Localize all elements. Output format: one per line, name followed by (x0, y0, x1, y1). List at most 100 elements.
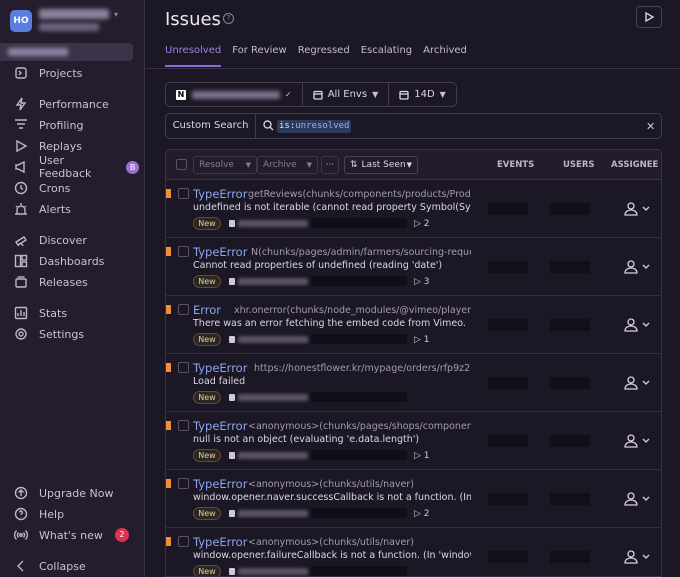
sidebar-item-settings[interactable]: Settings (14, 325, 139, 343)
level-indicator (166, 305, 171, 314)
replay-count[interactable]: ▷ 2 (414, 509, 430, 519)
error-type[interactable]: TypeError (193, 535, 247, 549)
row-checkbox[interactable] (178, 536, 189, 547)
sidebar-item-crons[interactable]: Crons (14, 179, 139, 197)
error-type[interactable]: TypeError (193, 187, 247, 201)
table-header: Resolve ▼ Archive ▼ ··· ⇅ Last Seen ▼ EVEN… (166, 150, 661, 180)
profiling-icon (14, 118, 28, 132)
issue-row[interactable]: TypeError <anonymous>(chunks/utils/naver)… (166, 470, 661, 528)
replay-count[interactable]: ▷ 1 (414, 335, 430, 345)
level-indicator (166, 247, 171, 256)
new-badge: New (193, 333, 221, 346)
row-checkbox[interactable] (178, 188, 189, 199)
project-logo-icon (229, 220, 235, 227)
sidebar-item-projects[interactable]: Projects (14, 64, 139, 82)
telescope-icon (14, 233, 28, 247)
project-filter[interactable]: N ✓ (166, 83, 303, 106)
issue-row[interactable]: TypeError <anonymous>(chunks/pages/shops/… (166, 412, 661, 470)
column-header-assignee: ASSIGNEE (611, 160, 659, 170)
sidebar-item-user-feedback[interactable]: User Feedback B (14, 154, 139, 180)
tab-regressed[interactable]: Regressed (298, 45, 350, 67)
error-message: Load failed (193, 376, 246, 387)
error-message: There was an error fetching the embed co… (193, 318, 466, 329)
new-badge: New (193, 507, 221, 520)
replay-button[interactable] (636, 6, 662, 28)
row-checkbox[interactable] (178, 478, 189, 489)
error-location: xhr.onerror(chunks/node_modules/@vimeo/p… (234, 305, 471, 316)
assignee-selector[interactable] (623, 201, 651, 217)
sort-button[interactable]: ⇅ Last Seen ▼ (344, 156, 418, 174)
sidebar-item-releases[interactable]: Releases (14, 273, 139, 291)
more-actions-button[interactable]: ··· (321, 156, 339, 174)
issue-row[interactable]: TypeError getReviews(chunks/components/pr… (166, 180, 661, 238)
sidebar-item-replays[interactable]: Replays (14, 137, 139, 155)
search-input[interactable]: is:unresolved (277, 120, 352, 133)
close-icon[interactable]: ✕ (646, 120, 655, 133)
sidebar-item-dashboards[interactable]: Dashboards (14, 252, 139, 270)
sidebar-item-whats-new[interactable]: What's new 2 (14, 526, 139, 544)
project-selector[interactable] (0, 43, 133, 61)
period-filter[interactable]: 14D ▼ (389, 83, 456, 106)
events-count-redacted (488, 377, 528, 389)
sidebar-item-discover[interactable]: Discover (14, 231, 139, 249)
project-logo-icon (229, 278, 235, 285)
replay-count[interactable]: ▷ 1 (414, 451, 430, 461)
error-location: <anonymous>(chunks/utils/naver) (248, 479, 414, 490)
sidebar-item-stats[interactable]: Stats (14, 304, 139, 322)
row-checkbox[interactable] (178, 362, 189, 373)
replay-count[interactable]: ▷ 2 (414, 219, 430, 229)
issue-id-redacted (238, 568, 308, 575)
replay-count[interactable]: ▷ 3 (414, 277, 430, 287)
clock-icon (14, 181, 28, 195)
issue-row[interactable]: TypeError https://honestflower.kr/mypage/… (166, 354, 661, 412)
projects-icon (14, 66, 28, 80)
error-type[interactable]: TypeError (193, 477, 247, 491)
issue-tabs: Unresolved For Review Regressed Escalati… (165, 45, 478, 67)
tab-divider (146, 68, 680, 69)
resolve-button[interactable]: Resolve ▼ (193, 156, 257, 174)
assignee-selector[interactable] (623, 259, 651, 275)
issue-row[interactable]: TypeError N(chunks/pages/admin/farmers/so… (166, 238, 661, 296)
sidebar-item-profiling[interactable]: Profiling (14, 116, 139, 134)
sidebar-item-label: Projects (39, 66, 83, 80)
events-count-redacted (488, 493, 528, 505)
new-badge: New (193, 391, 221, 404)
assignee-selector[interactable] (623, 549, 651, 565)
sidebar-item-help[interactable]: Help (14, 505, 139, 523)
row-checkbox[interactable] (178, 420, 189, 431)
new-badge: New (193, 275, 221, 288)
error-type[interactable]: Error (193, 303, 221, 317)
row-checkbox[interactable] (178, 246, 189, 257)
environment-filter[interactable]: All Envs ▼ (303, 83, 390, 106)
issues-table: Resolve ▼ Archive ▼ ··· ⇅ Last Seen ▼ EVEN… (165, 149, 662, 577)
row-checkbox[interactable] (178, 304, 189, 315)
tab-unresolved[interactable]: Unresolved (165, 45, 222, 67)
new-badge: New (193, 217, 221, 230)
error-type[interactable]: TypeError (193, 361, 247, 375)
project-logo-icon (229, 568, 235, 575)
project-logo-icon (229, 452, 235, 459)
assignee-selector[interactable] (623, 491, 651, 507)
tab-archived[interactable]: Archived (423, 45, 467, 67)
tab-escalating[interactable]: Escalating (361, 45, 412, 67)
sidebar-item-alerts[interactable]: Alerts (14, 200, 139, 218)
issue-row[interactable]: Error xhr.onerror(chunks/node_modules/@vi… (166, 296, 661, 354)
org-switcher[interactable]: HO ▾ (10, 8, 135, 36)
info-icon[interactable]: ? (223, 13, 234, 24)
filter-bar: N ✓ All Envs ▼ 14D ▼ (165, 82, 457, 107)
error-type[interactable]: TypeError (193, 245, 247, 259)
assignee-selector[interactable] (623, 433, 651, 449)
select-all-checkbox[interactable] (176, 159, 187, 170)
tab-for-review[interactable]: For Review (232, 45, 286, 67)
sidebar-collapse-button[interactable]: Collapse (14, 557, 139, 575)
play-icon (645, 12, 654, 22)
sidebar-item-upgrade[interactable]: Upgrade Now (14, 484, 139, 502)
user-icon (624, 376, 650, 390)
error-type[interactable]: TypeError (193, 419, 247, 433)
issue-row[interactable]: TypeError <anonymous>(chunks/utils/naver)… (166, 528, 661, 576)
sidebar-item-performance[interactable]: Performance (14, 95, 139, 113)
assignee-selector[interactable] (623, 375, 651, 391)
archive-button[interactable]: Archive ▼ (257, 156, 318, 174)
assignee-selector[interactable] (623, 317, 651, 333)
custom-search-button[interactable]: Custom Search (166, 114, 256, 138)
